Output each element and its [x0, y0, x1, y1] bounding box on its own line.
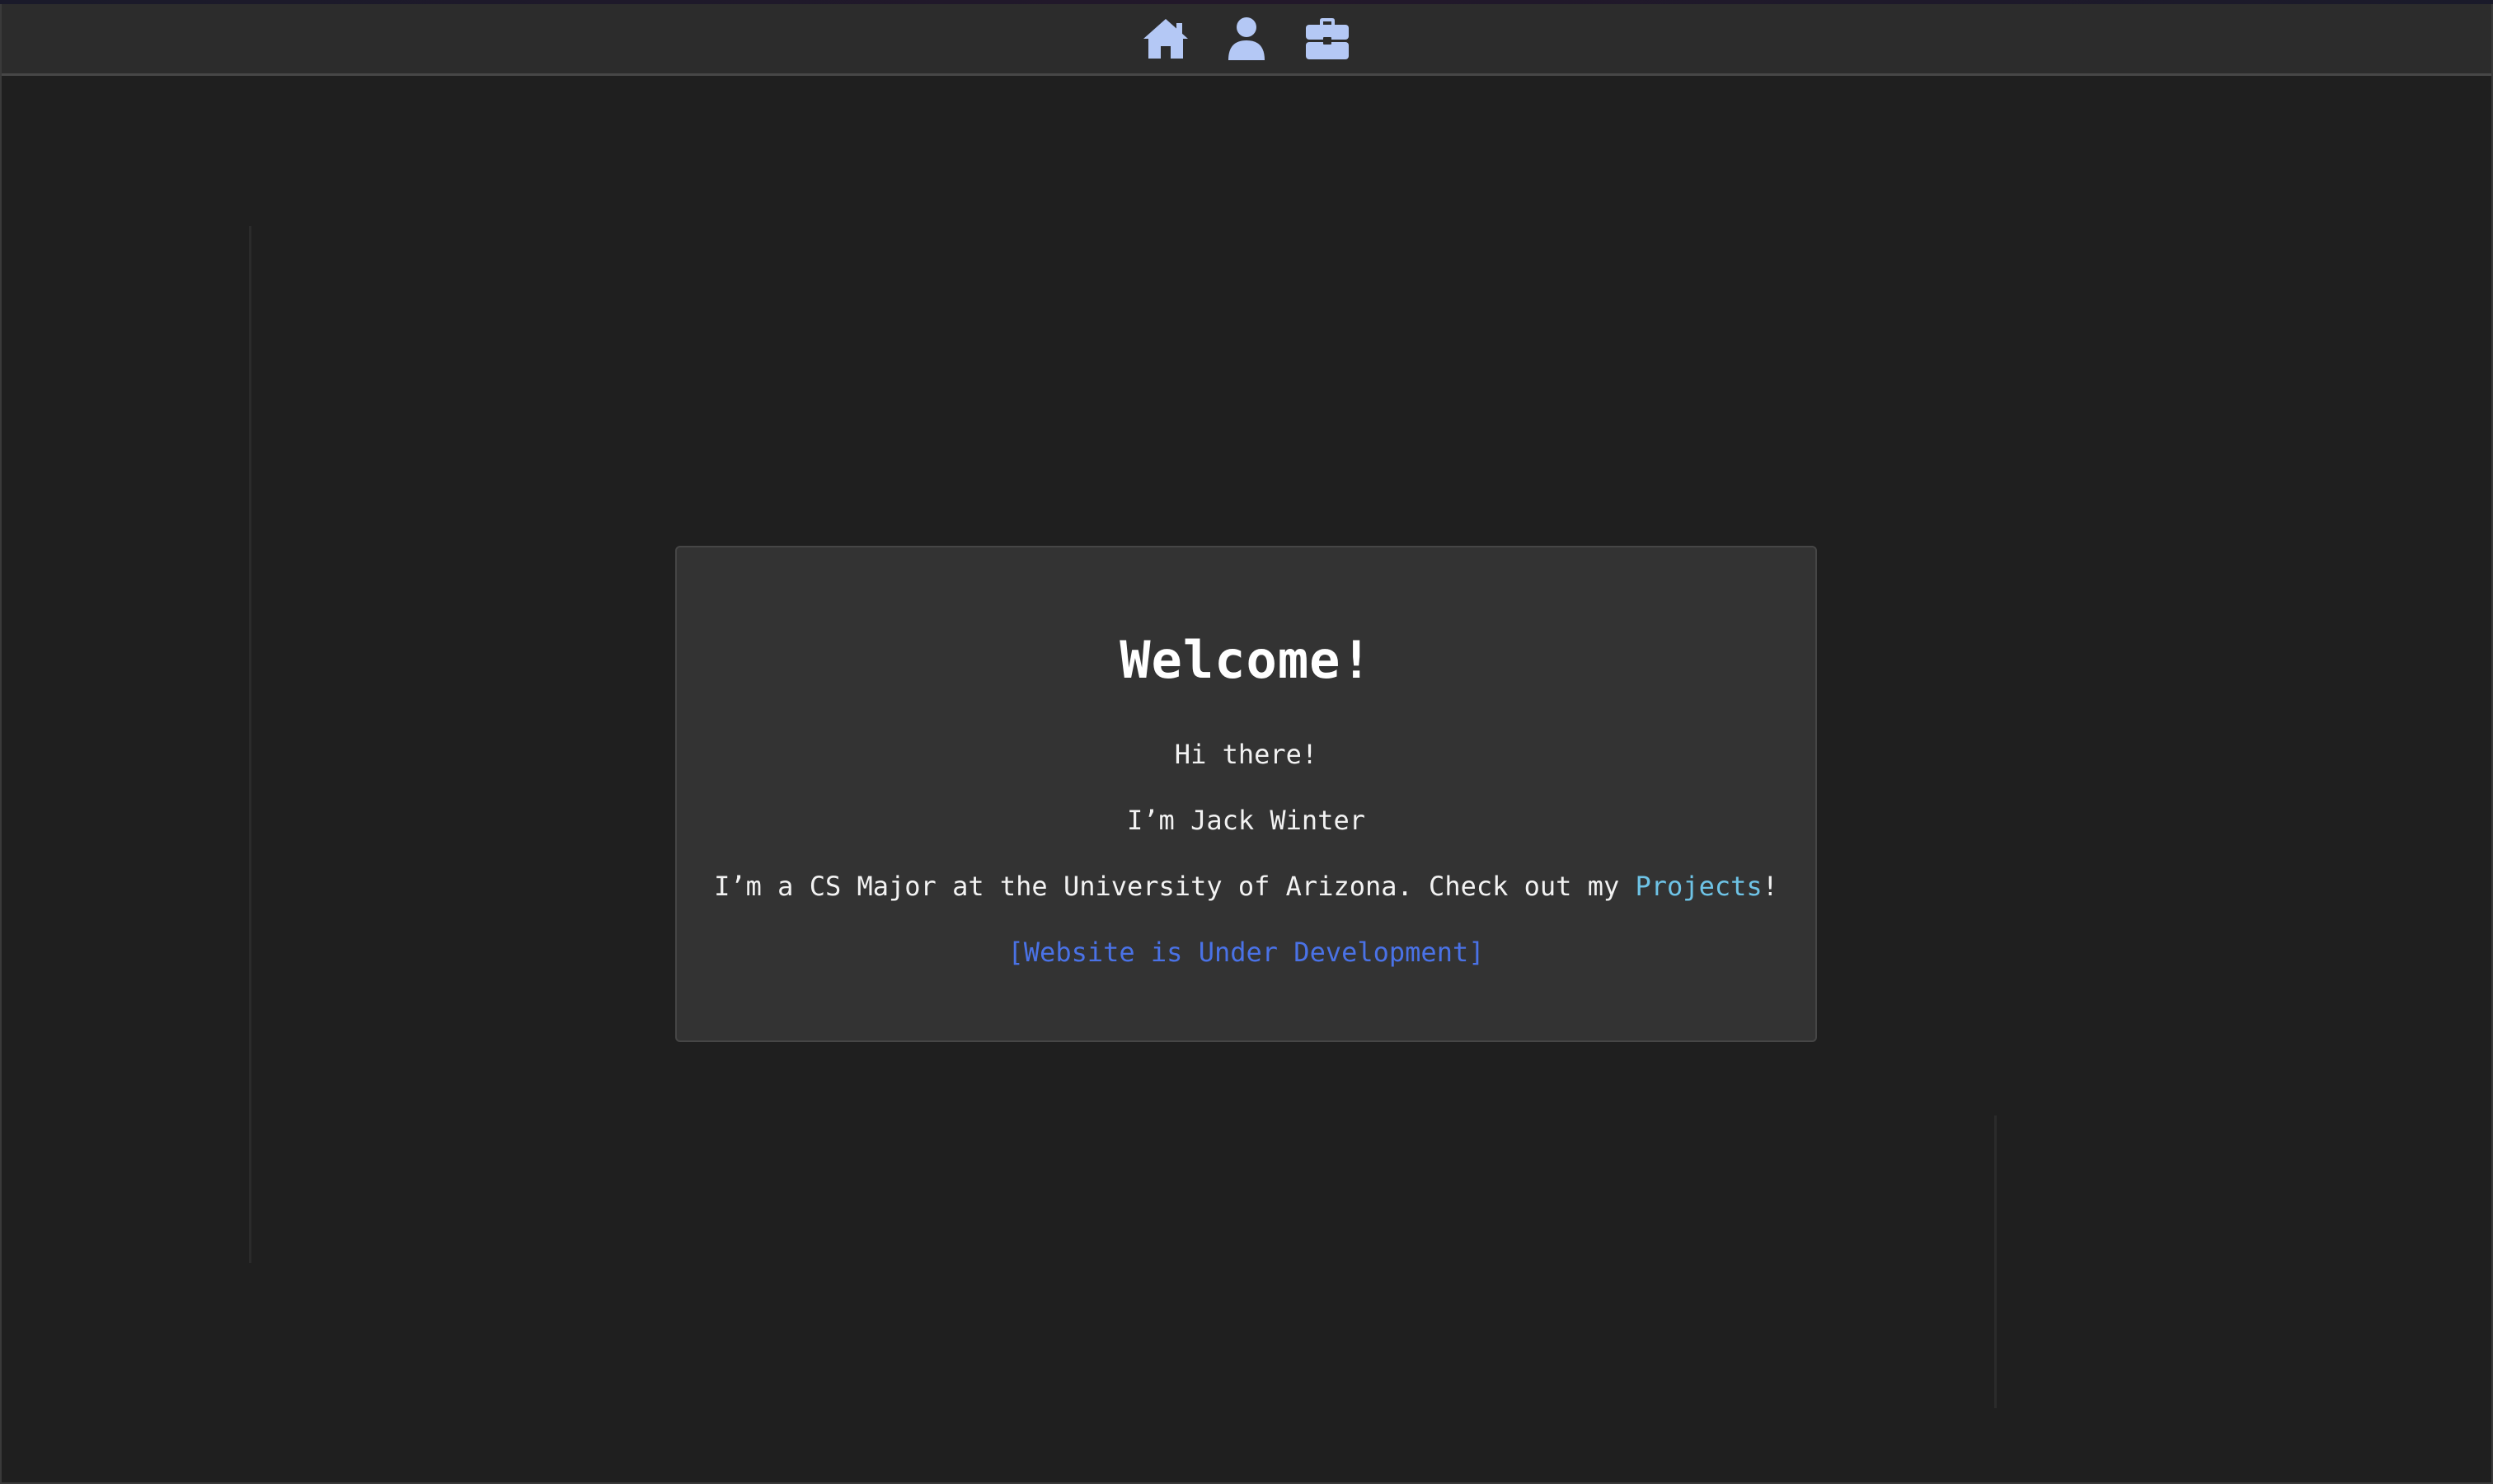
welcome-card: Welcome! Hi there! I’m Jack Winter I’m a… [675, 546, 1817, 1042]
description-prefix: I’m a CS Major at the University of Ariz… [714, 871, 1636, 902]
decorative-line-left [249, 226, 251, 1263]
briefcase-icon [1306, 18, 1349, 59]
nav-projects-button[interactable] [1303, 14, 1352, 63]
home-icon [1143, 19, 1188, 59]
top-navbar [2, 4, 2491, 76]
intro-text: I’m Jack Winter [1127, 805, 1365, 836]
nav-home-button[interactable] [1141, 14, 1190, 63]
decorative-line-right [1994, 1115, 1997, 1408]
user-icon [1228, 17, 1265, 60]
description-suffix: ! [1762, 871, 1778, 902]
projects-link[interactable]: Projects [1636, 871, 1763, 902]
nav-about-button[interactable] [1222, 14, 1271, 63]
description-text: I’m a CS Major at the University of Ariz… [677, 871, 1815, 902]
greeting-text: Hi there! [1174, 739, 1318, 770]
status-text: [Website is Under Development] [1007, 937, 1485, 968]
welcome-title: Welcome! [1120, 630, 1373, 690]
